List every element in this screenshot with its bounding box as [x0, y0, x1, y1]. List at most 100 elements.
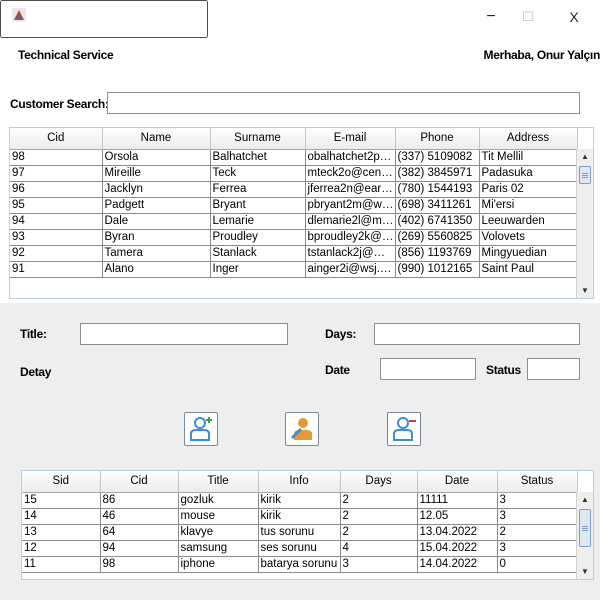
table-cell: mteck2o@census... [305, 165, 396, 182]
table-cell: Inger [210, 261, 306, 278]
table-cell: 64 [100, 524, 179, 541]
table-cell: Mi'ersi [479, 197, 578, 214]
customers-column-header[interactable]: Cid [10, 128, 103, 150]
table-cell: 3 [497, 492, 578, 509]
table-row[interactable]: 14 46 mouse kirik 2 12.05 3 [22, 508, 578, 525]
maximize-button[interactable]: ☐ [511, 6, 545, 28]
date-input[interactable] [380, 358, 476, 380]
table-row[interactable]: 98OrsolaBalhatchetobalhatchet2p@c...(337… [10, 149, 578, 166]
customers-column-header[interactable]: E-mail [305, 128, 396, 150]
table-cell: Lemarie [210, 213, 306, 230]
customer-search-input[interactable] [107, 92, 580, 114]
table-cell: 98 [10, 149, 103, 166]
table-cell: 12.05 [417, 508, 498, 525]
table-cell: 3 [340, 556, 418, 573]
edit-service-button[interactable] [285, 412, 319, 446]
table-row[interactable]: 91 Alano Inger ainger2i@wsj.com (990) 101216… [10, 261, 578, 278]
services-scrollbar[interactable]: ▲ ▼ [576, 492, 593, 579]
services-column-header[interactable]: Sid [22, 471, 101, 493]
table-cell: bproudley2k@typ... [305, 229, 396, 246]
table-cell: (698) 3411261 [395, 197, 480, 214]
table-cell: Orsola [102, 149, 211, 166]
add-service-button[interactable] [184, 412, 218, 446]
table-row[interactable]: 11 98 iphone batarya sorunu 3 14.04.2022 0 [22, 556, 578, 573]
scroll-down-icon[interactable]: ▼ [577, 283, 593, 298]
table-cell: 93 [10, 229, 103, 246]
customers-column-header[interactable]: Address [479, 128, 578, 150]
table-row[interactable]: 15 86 gozluk kirik 2 11111 3 [22, 492, 578, 509]
table-cell: tstanlack2j@miitb... [305, 245, 396, 262]
table-cell: obalhatchet2p@c... [305, 149, 396, 166]
customer-search-label: Customer Search: [10, 97, 109, 111]
services-column-header[interactable]: Info [258, 471, 341, 493]
customers-column-header[interactable]: Name [102, 128, 211, 150]
scroll-up-icon[interactable]: ▲ [577, 492, 593, 508]
services-column-header[interactable]: Days [340, 471, 418, 493]
scroll-down-icon[interactable]: ▼ [577, 564, 593, 579]
customers-column-header[interactable]: Surname [210, 128, 306, 150]
table-cell: ses sorunu [258, 540, 341, 557]
user-edit-icon [291, 418, 312, 440]
services-column-header[interactable]: Status [497, 471, 578, 493]
table-row[interactable]: 92TameraStanlacktstanlack2j@miitb...(856… [10, 245, 578, 262]
services-table: Sid Cid Title Info Days Date Status 15 86 gozluk… [21, 470, 594, 580]
table-cell: klavye [178, 524, 259, 541]
table-cell: Mingyuedian [479, 245, 578, 262]
table-cell: mouse [178, 508, 259, 525]
table-cell: 98 [100, 556, 179, 573]
table-cell: 96 [10, 181, 103, 198]
services-column-header[interactable]: Title [178, 471, 259, 493]
table-cell: Teck [210, 165, 306, 182]
scroll-thumb[interactable] [579, 509, 591, 547]
table-cell: (402) 6741350 [395, 213, 480, 230]
table-cell: 0 [497, 556, 578, 573]
table-cell: 4 [340, 540, 418, 557]
table-cell: 14 [22, 508, 101, 525]
table-cell: (337) 5109082 [395, 149, 480, 166]
remove-service-button[interactable] [387, 412, 421, 446]
status-input[interactable] [527, 358, 580, 380]
customers-column-header[interactable]: Phone [395, 128, 480, 150]
table-cell: Dale [102, 213, 211, 230]
table-cell: (269) 5560825 [395, 229, 480, 246]
table-cell: 11111 [417, 492, 498, 509]
table-row[interactable]: 97MireilleTeckmteck2o@census...(382) 384… [10, 165, 578, 182]
minimize-button[interactable]: − [474, 6, 508, 28]
table-cell: Stanlack [210, 245, 306, 262]
table-cell: batarya sorunu [258, 556, 341, 573]
table-cell: samsung [178, 540, 259, 557]
table-cell: 3 [497, 508, 578, 525]
close-button[interactable]: X [557, 6, 591, 28]
detay-label: Detay [20, 365, 52, 379]
customers-table: Cid Name Surname E-mail Phone Address 98 Orsol… [9, 127, 594, 299]
table-cell: Padgett [102, 197, 211, 214]
services-column-header[interactable]: Date [417, 471, 498, 493]
title-input[interactable] [80, 323, 288, 345]
table-cell: 2 [340, 508, 418, 525]
table-row[interactable]: 93ByranProudleybproudley2k@typ...(269) 5… [10, 229, 578, 246]
table-row[interactable]: 95PadgettBryantpbryant2m@wsj.c...(698) 3… [10, 197, 578, 214]
table-cell: Volovets [479, 229, 578, 246]
scroll-thumb[interactable] [579, 166, 591, 184]
table-row[interactable]: 12 94 samsung ses sorunu 4 15.04.2022 3 [22, 540, 578, 557]
table-cell: jferrea2n@earthli... [305, 181, 396, 198]
table-cell: 94 [100, 540, 179, 557]
table-cell: Byran [102, 229, 211, 246]
table-row[interactable]: 94DaleLemariedlemarie2l@medi...(402) 674… [10, 213, 578, 230]
table-row[interactable]: 96JacklynFerreajferrea2n@earthli...(780)… [10, 181, 578, 198]
table-cell: ainger2i@wsj.com [305, 261, 396, 278]
detay-textarea[interactable] [0, 0, 208, 38]
scroll-up-icon[interactable]: ▲ [577, 149, 593, 165]
table-cell: 95 [10, 197, 103, 214]
app-logo-icon [12, 8, 26, 22]
customers-scrollbar[interactable]: ▲ ▼ [576, 149, 593, 298]
table-cell: Jacklyn [102, 181, 211, 198]
table-cell: 46 [100, 508, 179, 525]
table-cell: Leeuwarden [479, 213, 578, 230]
table-cell: (780) 1544193 [395, 181, 480, 198]
days-input[interactable] [374, 323, 580, 345]
services-column-header[interactable]: Cid [100, 471, 179, 493]
table-cell: 13.04.2022 [417, 524, 498, 541]
table-row[interactable]: 13 64 klavye tus sorunu 2 13.04.2022 2 [22, 524, 578, 541]
table-cell: Padasuka [479, 165, 578, 182]
